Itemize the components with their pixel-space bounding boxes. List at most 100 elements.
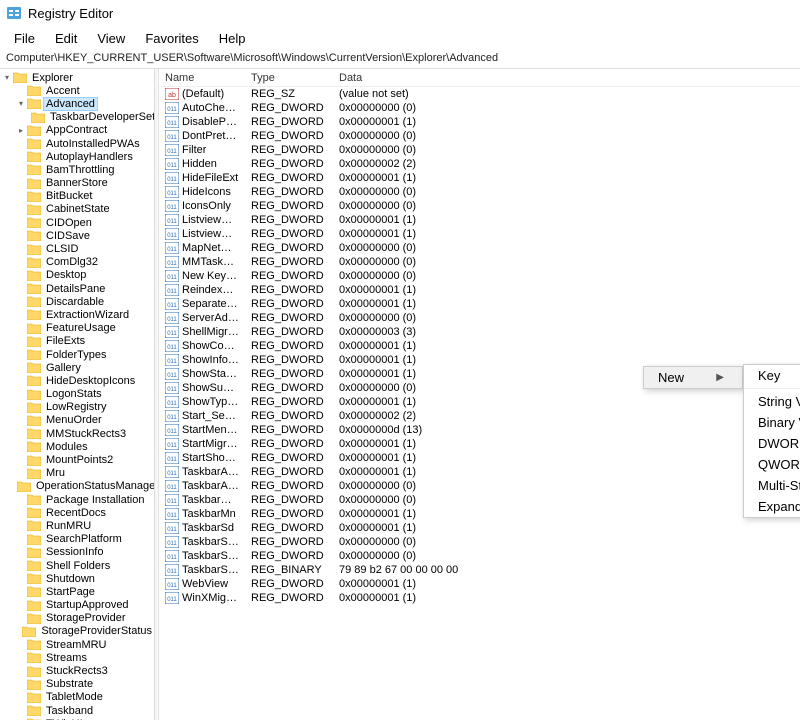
menu-edit[interactable]: Edit xyxy=(45,29,87,48)
tree-item[interactable]: CabinetState xyxy=(0,203,154,216)
context-submenu-new[interactable]: Key String Value Binary Value DWORD (32-… xyxy=(743,364,800,518)
tree-item[interactable]: FeatureUsage xyxy=(0,322,154,335)
tree-item[interactable]: HideDesktopIcons xyxy=(0,374,154,387)
tree-item[interactable]: StartupApproved xyxy=(0,599,154,612)
value-row[interactable]: 011TaskbarMnREG_DWORD0x00000001 (1) xyxy=(159,507,800,521)
tree-item[interactable]: Discardable xyxy=(0,295,154,308)
tree-item[interactable]: Shutdown xyxy=(0,572,154,585)
value-row[interactable]: 011WebViewREG_DWORD0x00000001 (1) xyxy=(159,577,800,591)
tree-item[interactable]: BannerStore xyxy=(0,177,154,190)
col-type[interactable]: Type xyxy=(245,72,333,84)
tree-item[interactable]: MMStuckRects3 xyxy=(0,427,154,440)
ctx-key[interactable]: Key xyxy=(744,365,800,386)
col-data[interactable]: Data xyxy=(333,72,800,84)
value-row[interactable]: 011FilterREG_DWORD0x00000000 (0) xyxy=(159,143,800,157)
value-row[interactable]: 011ServerAdminUIREG_DWORD0x00000000 (0) xyxy=(159,311,800,325)
value-row[interactable]: 011MapNetDrvBtnREG_DWORD0x00000000 (0) xyxy=(159,241,800,255)
value-row[interactable]: 011IconsOnlyREG_DWORD0x00000000 (0) xyxy=(159,199,800,213)
value-row[interactable]: 011TaskbarAnimati...REG_DWORD0x00000001 … xyxy=(159,465,800,479)
tree-item[interactable]: Streams xyxy=(0,651,154,664)
tree-item[interactable]: SessionInfo xyxy=(0,546,154,559)
value-row[interactable]: 011TaskbarSmallIconsREG_DWORD0x00000000 … xyxy=(159,549,800,563)
list-header[interactable]: Name Type Data xyxy=(159,69,800,87)
tree-item[interactable]: StuckRects3 xyxy=(0,664,154,677)
menu-help[interactable]: Help xyxy=(209,29,256,48)
value-row[interactable]: 011StartMigratedBr...REG_DWORD0x00000001… xyxy=(159,437,800,451)
ctx-qword-value[interactable]: QWORD (64-bit) Value xyxy=(744,454,800,475)
tree-item[interactable]: BitBucket xyxy=(0,190,154,203)
value-row[interactable]: 011DisablePreviewD...REG_DWORD0x00000001… xyxy=(159,115,800,129)
ctx-multisz-value[interactable]: Multi-String Value xyxy=(744,475,800,496)
tree-item[interactable]: Package Installation xyxy=(0,493,154,506)
tree-item[interactable]: LowRegistry xyxy=(0,401,154,414)
tree-item[interactable]: Gallery xyxy=(0,361,154,374)
key-tree[interactable]: ▾ExplorerAccent▾AdvancedTaskbarDeveloper… xyxy=(0,69,155,720)
value-row[interactable]: 011TaskbarSdREG_DWORD0x00000001 (1) xyxy=(159,521,800,535)
value-row[interactable]: 011ReindexedProfileREG_DWORD0x00000001 (… xyxy=(159,283,800,297)
context-menu-new[interactable]: New ▶ xyxy=(643,366,743,389)
titlebar[interactable]: Registry Editor xyxy=(0,0,800,26)
tree-item[interactable]: StorageProvider xyxy=(0,612,154,625)
value-row[interactable]: 011StartMenuInitREG_DWORD0x0000000d (13) xyxy=(159,423,800,437)
value-row[interactable]: 011Start_SearchFilesREG_DWORD0x00000002 … xyxy=(159,409,800,423)
tree-item[interactable]: MountPoints2 xyxy=(0,453,154,466)
tree-item[interactable]: FolderTypes xyxy=(0,348,154,361)
tree-item[interactable]: StreamMRU xyxy=(0,638,154,651)
tree-item[interactable]: ▾Explorer xyxy=(0,71,154,84)
ctx-expsz-value[interactable]: Expandable String Value xyxy=(744,496,800,517)
tree-item[interactable]: ComDlg32 xyxy=(0,256,154,269)
tree-item[interactable]: BamThrottling xyxy=(0,163,154,176)
tree-item[interactable]: Substrate xyxy=(0,678,154,691)
value-row[interactable]: 011MMTaskbarGlo...REG_DWORD0x00000000 (0… xyxy=(159,255,800,269)
value-row[interactable]: 011ListviewShadowREG_DWORD0x00000001 (1) xyxy=(159,227,800,241)
value-row[interactable]: 011WinXMigrationL...REG_DWORD0x00000001 … xyxy=(159,591,800,605)
tree-item[interactable]: CIDSave xyxy=(0,229,154,242)
tree-item[interactable]: TabletMode xyxy=(0,691,154,704)
value-row[interactable]: 011ShellMigrationL...REG_DWORD0x00000003… xyxy=(159,325,800,339)
value-row[interactable]: 011HideFileExtREG_DWORD0x00000001 (1) xyxy=(159,171,800,185)
value-row[interactable]: ab(Default)REG_SZ(value not set) xyxy=(159,87,800,101)
expand-icon[interactable]: ▸ xyxy=(16,125,26,135)
tree-item[interactable]: SearchPlatform xyxy=(0,533,154,546)
menu-favorites[interactable]: Favorites xyxy=(135,29,208,48)
tree-item[interactable]: Taskband xyxy=(0,704,154,717)
tree-item[interactable]: Modules xyxy=(0,440,154,453)
tree-item[interactable]: StartPage xyxy=(0,585,154,598)
value-row[interactable]: 011SeparateProcessREG_DWORD0x00000001 (1… xyxy=(159,297,800,311)
value-row[interactable]: 011TaskbarSizeMoveREG_DWORD0x00000000 (0… xyxy=(159,535,800,549)
value-row[interactable]: 011DontPrettyPathREG_DWORD0x00000000 (0) xyxy=(159,129,800,143)
tree-item[interactable]: CLSID xyxy=(0,242,154,255)
value-row[interactable]: 011TaskbarStateLast...REG_BINARY79 89 b2… xyxy=(159,563,800,577)
value-row[interactable]: 011ShowCompColorREG_DWORD0x00000001 (1) xyxy=(159,339,800,353)
value-row[interactable]: 011TaskbarAutoHid...REG_DWORD0x00000000 … xyxy=(159,479,800,493)
tree-item[interactable]: FileExts xyxy=(0,335,154,348)
tree-item[interactable]: AutoInstalledPWAs xyxy=(0,137,154,150)
value-row[interactable]: 011ShowInfoTipREG_DWORD0x00000001 (1) xyxy=(159,353,800,367)
tree-item[interactable]: DetailsPane xyxy=(0,282,154,295)
tree-item[interactable]: Shell Folders xyxy=(0,559,154,572)
tree-item[interactable]: TaskbarDeveloperSettings xyxy=(0,111,154,124)
tree-item[interactable]: TWinUI xyxy=(0,717,154,720)
ctx-new[interactable]: New ▶ xyxy=(644,367,742,388)
tree-item[interactable]: ▸AppContract xyxy=(0,124,154,137)
tree-item[interactable]: AutoplayHandlers xyxy=(0,150,154,163)
tree-item[interactable]: OperationStatusManager xyxy=(0,480,154,493)
ctx-string-value[interactable]: String Value xyxy=(744,391,800,412)
tree-item[interactable]: LogonStats xyxy=(0,388,154,401)
value-row[interactable]: 011New Key #1REG_DWORD0x00000000 (0) xyxy=(159,269,800,283)
collapse-icon[interactable]: ▾ xyxy=(2,73,12,83)
tree-item[interactable]: MenuOrder xyxy=(0,414,154,427)
tree-item[interactable]: Accent xyxy=(0,84,154,97)
tree-item[interactable]: Desktop xyxy=(0,269,154,282)
collapse-icon[interactable]: ▾ xyxy=(16,99,26,109)
value-list[interactable]: Name Type Data ab(Default)REG_SZ(value n… xyxy=(159,69,800,720)
tree-item[interactable]: RecentDocs xyxy=(0,506,154,519)
tree-item[interactable]: ExtractionWizard xyxy=(0,308,154,321)
tree-item[interactable]: ▾Advanced xyxy=(0,97,154,110)
menu-file[interactable]: File xyxy=(4,29,45,48)
value-row[interactable]: 011ShowTypeOverlayREG_DWORD0x00000001 (1… xyxy=(159,395,800,409)
tree-item[interactable]: StorageProviderStatus xyxy=(0,625,154,638)
value-row[interactable]: 011ListviewAlphaSe...REG_DWORD0x00000001… xyxy=(159,213,800,227)
tree-item[interactable]: Mru xyxy=(0,467,154,480)
value-row[interactable]: 011StartShownOnU...REG_DWORD0x00000001 (… xyxy=(159,451,800,465)
